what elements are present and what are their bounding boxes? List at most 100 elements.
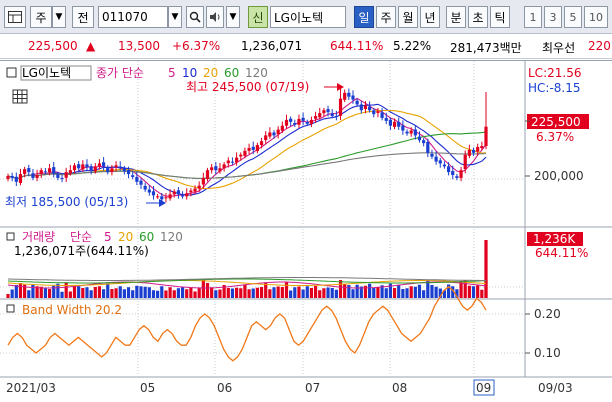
bandwidth-toggle-icon[interactable] (6, 304, 15, 313)
volume-bar (131, 290, 135, 298)
volume-bar (313, 286, 318, 298)
period-minute-button[interactable]: 분 (446, 6, 466, 28)
period-tick-button[interactable]: 틱 (490, 6, 510, 28)
bw-tick-020: 0.20 (534, 307, 561, 321)
candle-body (426, 141, 430, 153)
volume-bar (351, 289, 355, 298)
price-badge: 225,500 (531, 115, 581, 129)
candle-body (35, 175, 39, 178)
trade-amount: 281,473백만 (450, 41, 522, 55)
candle-body (39, 170, 43, 174)
candle-body (434, 156, 438, 162)
candle-body (392, 121, 397, 127)
volume-bar (384, 288, 388, 298)
volume-bar (430, 285, 434, 298)
period-month-button[interactable]: 월 (398, 6, 418, 28)
volume-bar-last (484, 240, 488, 298)
interval-5-button[interactable]: 5 (564, 6, 582, 28)
candle-body (251, 146, 255, 150)
stock-name-field[interactable]: LG이노텍 (270, 6, 346, 28)
ma-label: 종가 단순 (96, 66, 144, 80)
candle-body (446, 166, 451, 173)
period-year-button[interactable]: 년 (420, 6, 440, 28)
volume-bar (401, 289, 405, 298)
high-annotation: 최고 245,500 (07/19) (186, 80, 309, 94)
volume-label: 거래량 (22, 230, 55, 244)
period-second-button[interactable]: 초 (468, 6, 488, 28)
candle-body (417, 136, 422, 141)
volume-bar (180, 287, 185, 298)
candle-body (85, 164, 89, 168)
candle-body (438, 160, 442, 164)
candle-body (239, 154, 243, 157)
volume-bar (251, 288, 255, 298)
candle-body (480, 146, 484, 149)
candle-body (380, 112, 384, 118)
candle-body (476, 146, 480, 152)
mode-select[interactable]: 주 (30, 6, 52, 28)
candle-body (168, 194, 172, 199)
candle-body (110, 168, 114, 173)
candle-body (334, 116, 338, 118)
volume-bar (147, 287, 151, 298)
volume-bar (164, 290, 168, 298)
chart-area[interactable]: LG이노텍 종가 단순 5 10 20 60 120 최고 245,500 (0… (0, 60, 612, 402)
candle-body (222, 164, 226, 169)
volume-bar (85, 287, 89, 298)
volume-toggle-icon[interactable] (6, 232, 15, 241)
period-day-button[interactable]: 일 (354, 6, 374, 28)
interval-1-button[interactable]: 1 (524, 6, 542, 28)
code-dropdown-icon[interactable]: ▼ (168, 6, 182, 28)
volume-bar (189, 287, 193, 298)
candle-body (268, 132, 272, 137)
candle-body (43, 171, 48, 173)
interval-3-button[interactable]: 3 (544, 6, 562, 28)
stock-code-input[interactable]: 011070 (98, 6, 168, 28)
panel-toggle-icon[interactable] (6, 67, 17, 78)
candle-body (230, 161, 235, 163)
candle-body (131, 175, 135, 177)
interval-10-button[interactable]: 10 (584, 6, 608, 28)
volume-bar (409, 286, 413, 298)
chart-layout-icon[interactable] (4, 6, 26, 28)
search-icon[interactable] (186, 6, 204, 28)
volume-bar (243, 285, 247, 298)
candle-body (409, 130, 413, 134)
candle-body (193, 188, 197, 192)
volume-bar (405, 288, 409, 298)
speaker-icon[interactable] (206, 6, 224, 28)
volume-bar (301, 289, 305, 298)
y-tick-label: 200,000 (534, 169, 584, 183)
volume-ma-label: 단순 (70, 230, 92, 244)
volume-bar (397, 284, 401, 298)
volume-bar (176, 288, 181, 298)
candle-body (313, 116, 318, 119)
volume-bar (368, 283, 372, 298)
grid-icon[interactable] (12, 89, 28, 104)
volume-bar (151, 290, 156, 298)
candle-body (81, 164, 85, 170)
mode-dropdown-icon[interactable]: ▼ (52, 6, 66, 28)
ma-60-label: 60 (224, 66, 239, 80)
volume-bar (114, 288, 118, 298)
vol-ma-120-label: 120 (160, 230, 183, 244)
chart-svg[interactable]: LG이노텍 종가 단순 5 10 20 60 120 최고 245,500 (0… (0, 61, 612, 402)
volume-bar (376, 287, 380, 298)
x-label-08: 08 (392, 381, 407, 395)
new-stock-badge[interactable]: 신 (248, 6, 268, 28)
candle-body (384, 117, 388, 121)
prev-button[interactable]: 전 (72, 6, 94, 28)
volume-bar (68, 291, 72, 298)
x-label-05: 05 (140, 381, 155, 395)
volume-bar (10, 289, 14, 298)
volume-bar (27, 290, 31, 298)
candle-body (405, 131, 409, 134)
candle-body (401, 125, 405, 131)
volume-bar (118, 286, 122, 298)
volume-bar (334, 289, 338, 298)
speaker-dropdown-icon[interactable]: ▼ (226, 6, 240, 28)
candle-body (463, 154, 467, 170)
candle-body (14, 176, 18, 182)
candle-body (226, 160, 230, 164)
period-week-button[interactable]: 주 (376, 6, 396, 28)
